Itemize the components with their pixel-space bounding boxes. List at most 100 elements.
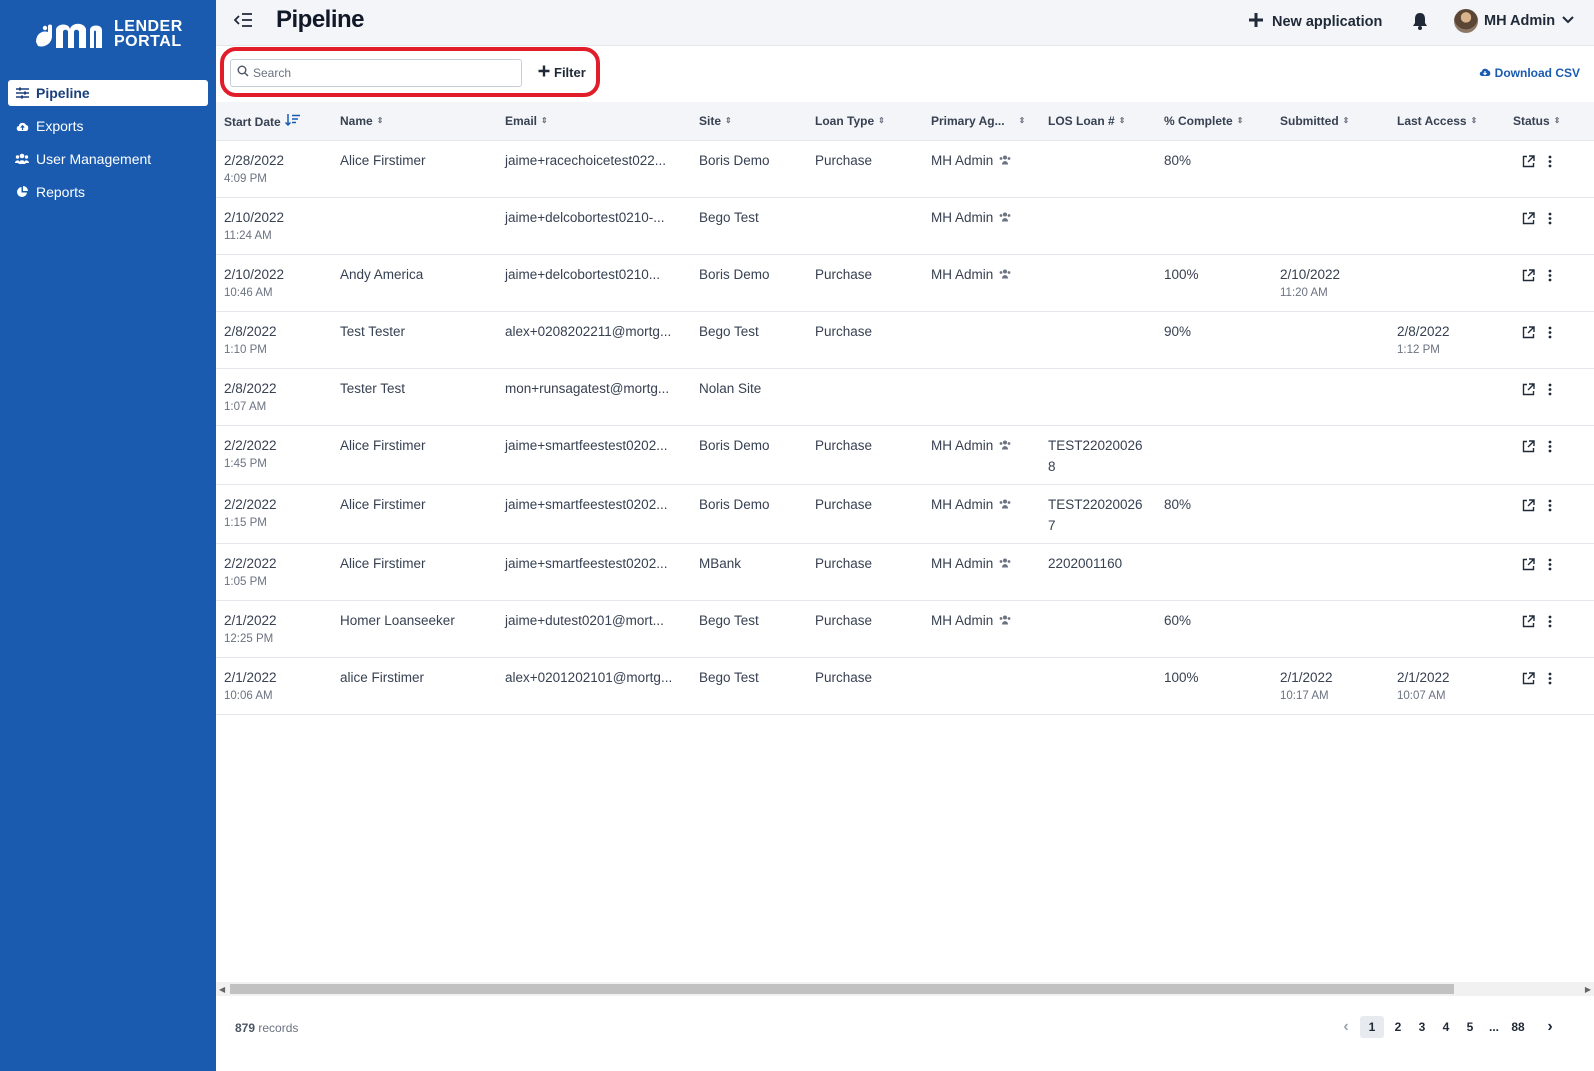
open-external-icon[interactable] — [1522, 383, 1536, 397]
open-external-icon[interactable] — [1522, 499, 1536, 513]
cell-loan-type: Purchase — [815, 556, 873, 571]
sidebar-item-pipeline[interactable]: Pipeline — [8, 80, 208, 106]
sidebar-item-user-management[interactable]: User Management — [8, 146, 208, 172]
table-row[interactable]: 2/1/2022 12:25 PM Homer Loanseeker jaime+du… — [216, 601, 1594, 658]
cell-percent-complete: 80% — [1164, 497, 1192, 512]
sort-icon: ⇕ — [1118, 116, 1126, 125]
search-box[interactable] — [230, 59, 522, 87]
page-button[interactable]: 3 — [1412, 1016, 1432, 1038]
more-options-icon[interactable] — [1548, 326, 1562, 340]
cell-email: mon+runsagatest@mortg... — [505, 381, 670, 396]
open-external-icon[interactable] — [1522, 212, 1536, 226]
more-options-icon[interactable] — [1548, 558, 1562, 572]
column-name[interactable]: Name ⇕ — [340, 114, 383, 128]
scrollbar-thumb[interactable] — [230, 984, 1454, 994]
cell-start-date: 2/1/2022 10:06 AM — [224, 670, 277, 702]
more-options-icon[interactable] — [1548, 615, 1562, 629]
table-row[interactable]: 2/10/2022 11:24 AM jaime+delcobortest0210-… — [216, 198, 1594, 255]
cell-loan-type: Purchase — [815, 324, 873, 339]
lender-portal-logo[interactable]: LENDER PORTAL — [34, 16, 183, 52]
team-icon — [999, 269, 1011, 282]
page-button[interactable]: 4 — [1436, 1016, 1456, 1038]
open-external-icon[interactable] — [1522, 615, 1536, 629]
table-row[interactable]: 2/2/2022 1:05 PM Alice Firstimer jaime+smar… — [216, 544, 1594, 601]
column-last-access[interactable]: Last Access ⇕ — [1397, 114, 1477, 128]
scroll-left-arrow-icon[interactable]: ◀ — [219, 985, 225, 994]
table-row[interactable]: 2/2/2022 1:45 PM Alice Firstimer jaime+smar… — [216, 426, 1594, 485]
cell-percent-complete: 100% — [1164, 670, 1199, 685]
prev-page-icon[interactable]: ‹ — [1336, 1016, 1356, 1038]
cell-submitted: 2/10/2022 11:20 AM — [1280, 267, 1341, 299]
column-loan-type[interactable]: Loan Type ⇕ — [815, 114, 885, 128]
sidebar-item-reports[interactable]: Reports — [8, 179, 208, 205]
open-external-icon[interactable] — [1522, 672, 1536, 686]
sort-icon: ⇕ — [725, 116, 732, 125]
search-input[interactable] — [253, 66, 513, 80]
user-menu[interactable]: MH Admin — [1454, 9, 1575, 33]
more-options-icon[interactable] — [1548, 440, 1562, 454]
horizontal-scrollbar[interactable]: ◀ ▶ — [216, 982, 1594, 996]
cell-loan-type: Purchase — [815, 613, 873, 628]
page-button[interactable]: 2 — [1388, 1016, 1408, 1038]
cell-last-access: 2/8/2022 1:12 PM — [1397, 324, 1450, 356]
team-icon — [999, 155, 1011, 168]
scroll-right-arrow-icon[interactable]: ▶ — [1585, 985, 1591, 994]
record-count-value: 879 — [235, 1021, 256, 1035]
cell-primary-agent: MH Admin — [931, 556, 1011, 571]
open-external-icon[interactable] — [1522, 326, 1536, 340]
table-row[interactable]: 2/28/2022 4:09 PM Alice Firstimer jaime+rac… — [216, 141, 1594, 198]
cell-name: Homer Loanseeker — [340, 613, 455, 628]
sidebar: LENDER PORTAL Pipeline Exports User Mana… — [0, 0, 216, 1071]
cell-site: Boris Demo — [699, 267, 770, 282]
more-options-icon[interactable] — [1548, 155, 1562, 169]
cell-site: Bego Test — [699, 670, 759, 685]
chevron-down-icon — [1561, 12, 1575, 30]
cell-start-date: 2/2/2022 1:15 PM — [224, 497, 277, 529]
cell-percent-complete: 80% — [1164, 153, 1192, 168]
column-los-loan[interactable]: LOS Loan # ⇕ — [1048, 114, 1125, 128]
cell-primary-agent: MH Admin — [931, 153, 1011, 168]
cell-loan-type: Purchase — [815, 497, 873, 512]
table-row[interactable]: 2/8/2022 1:10 PM Test Tester alex+020820221… — [216, 312, 1594, 369]
next-page-icon[interactable]: › — [1540, 1016, 1560, 1038]
sidebar-item-exports[interactable]: Exports — [8, 113, 208, 139]
more-options-icon[interactable] — [1548, 383, 1562, 397]
cell-percent-complete: 90% — [1164, 324, 1192, 339]
new-application-button[interactable]: New application — [1248, 12, 1382, 32]
bell-icon[interactable] — [1412, 12, 1430, 32]
page-button-last[interactable]: 88 — [1508, 1016, 1528, 1038]
open-external-icon[interactable] — [1522, 155, 1536, 169]
cell-name: Alice Firstimer — [340, 438, 426, 453]
collapse-sidebar-icon[interactable] — [233, 12, 254, 32]
column-primary-agent[interactable]: Primary Ag... ⇕ — [931, 114, 1025, 128]
more-options-icon[interactable] — [1548, 212, 1562, 226]
column-percent-complete[interactable]: % Complete ⇕ — [1164, 114, 1243, 128]
more-options-icon[interactable] — [1548, 672, 1562, 686]
cell-start-date: 2/8/2022 1:07 AM — [224, 381, 277, 413]
table-row[interactable]: 2/8/2022 1:07 AM Tester Test mon+runsagates… — [216, 369, 1594, 426]
open-external-icon[interactable] — [1522, 558, 1536, 572]
download-csv-button[interactable]: Download CSV — [1479, 66, 1580, 80]
users-icon — [15, 152, 29, 166]
column-status[interactable]: Status ⇕ — [1513, 114, 1560, 128]
open-external-icon[interactable] — [1522, 440, 1536, 454]
cell-site: Boris Demo — [699, 497, 770, 512]
page-button[interactable]: 5 — [1460, 1016, 1480, 1038]
cell-start-date: 2/8/2022 1:10 PM — [224, 324, 277, 356]
toolbar: Filter Download CSV — [216, 46, 1594, 102]
column-submitted[interactable]: Submitted ⇕ — [1280, 114, 1349, 128]
table-footer: 879 records ‹ 1 2 3 4 5... 88 › — [216, 996, 1594, 1071]
more-options-icon[interactable] — [1548, 269, 1562, 283]
column-email[interactable]: Email ⇕ — [505, 114, 548, 128]
column-site[interactable]: Site ⇕ — [699, 114, 732, 128]
sort-icon: ⇕ — [1018, 116, 1026, 125]
cell-primary-agent: MH Admin — [931, 613, 1011, 628]
table-row[interactable]: 2/10/2022 10:46 AM Andy America jaime+delco… — [216, 255, 1594, 312]
filter-button[interactable]: Filter — [538, 65, 586, 80]
column-start-date[interactable]: Start Date — [224, 114, 301, 129]
table-row[interactable]: 2/2/2022 1:15 PM Alice Firstimer jaime+smar… — [216, 485, 1594, 544]
open-external-icon[interactable] — [1522, 269, 1536, 283]
more-options-icon[interactable] — [1548, 499, 1562, 513]
page-button[interactable]: 1 — [1360, 1016, 1384, 1038]
table-row[interactable]: 2/1/2022 10:06 AM alice Firstimer alex+0201… — [216, 658, 1594, 715]
